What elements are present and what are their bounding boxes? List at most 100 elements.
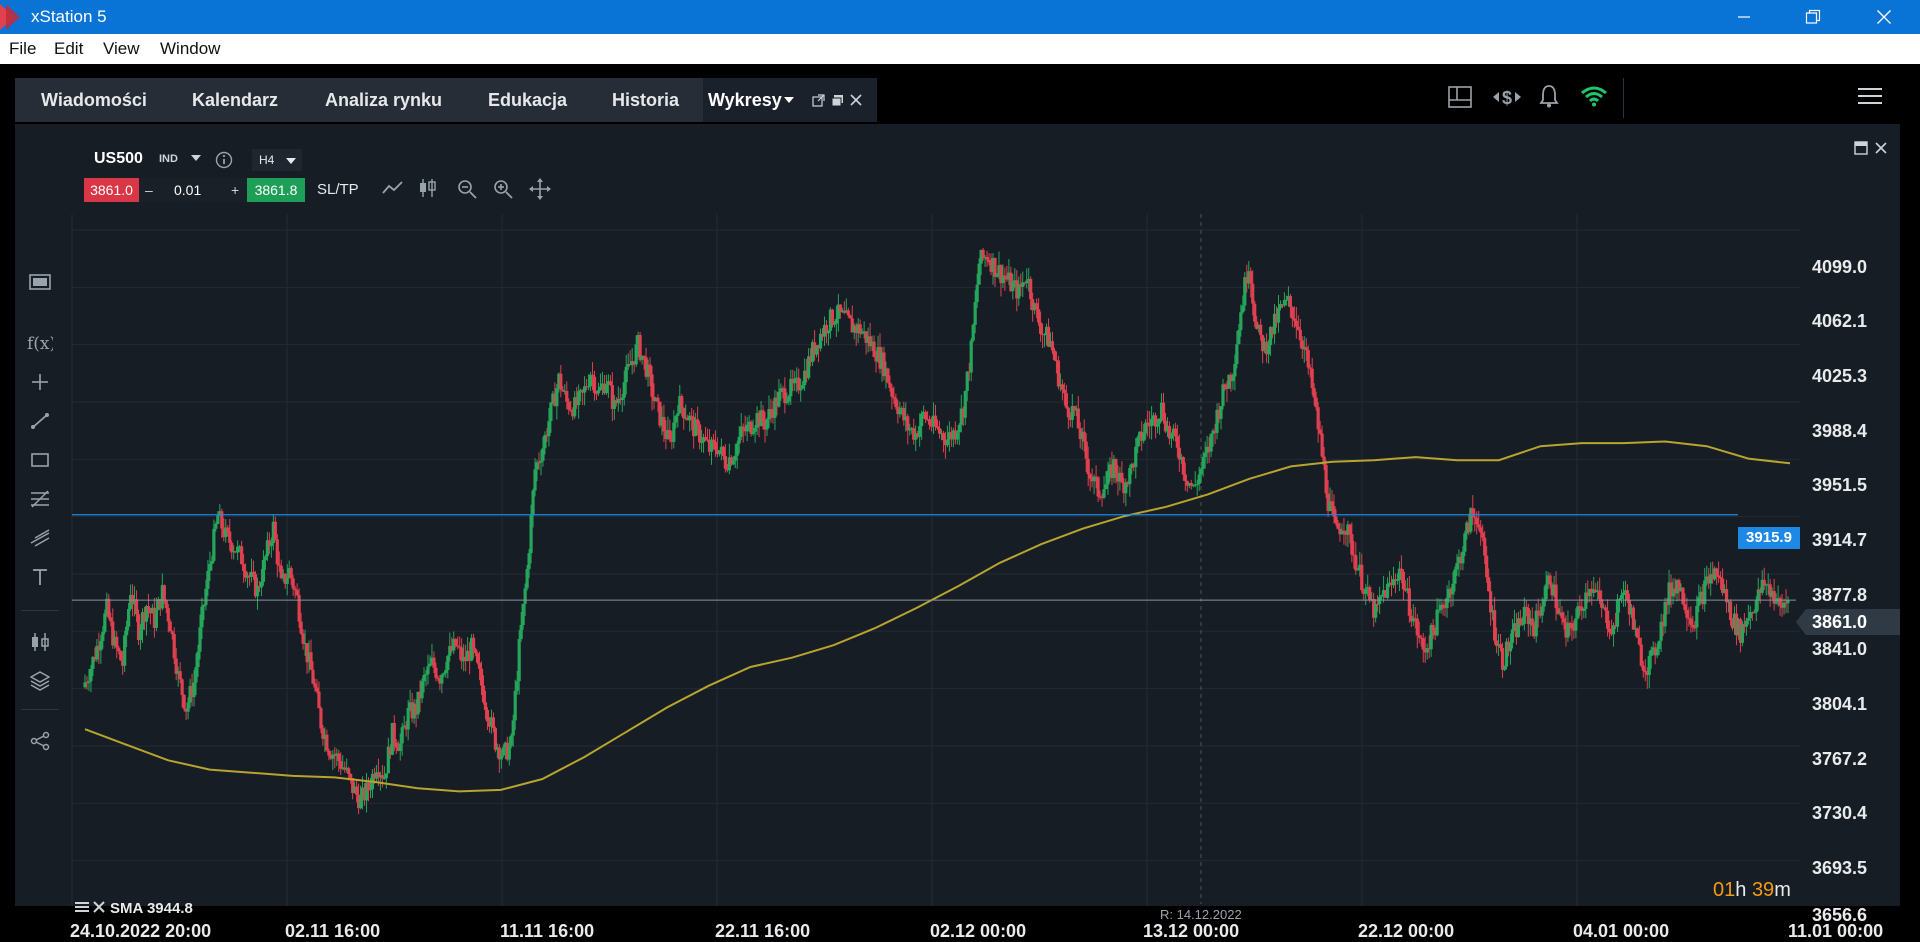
candle-down — [1249, 271, 1253, 284]
candle-up — [577, 391, 581, 406]
candle-up — [442, 673, 446, 675]
close-tab-icon[interactable] — [850, 94, 862, 106]
info-icon[interactable] — [215, 151, 233, 169]
sltp-button[interactable]: SL/TP — [317, 181, 359, 198]
candle-down — [592, 376, 597, 394]
candle-up — [400, 727, 404, 744]
candle-up — [793, 378, 797, 384]
candle-up — [737, 436, 741, 444]
candle-down — [1114, 459, 1118, 474]
title-bar: xStation 5 — [0, 0, 1920, 34]
layout-panel-icon[interactable] — [1448, 86, 1472, 108]
candle-down — [1161, 402, 1166, 421]
candle-down — [311, 669, 315, 684]
tab-kalendarz[interactable]: Kalendarz — [192, 78, 278, 122]
horizontal-line-price-tag[interactable]: 3915.9 — [1738, 527, 1800, 549]
candle-down — [1691, 624, 1695, 628]
buy-button[interactable]: 3861.8 — [247, 178, 305, 202]
volume-decrease-button[interactable]: – — [145, 178, 153, 202]
volume-value[interactable]: 0.01 — [174, 178, 201, 202]
candle-up — [1508, 642, 1513, 652]
candle-down — [1318, 429, 1322, 434]
tab-wykresy[interactable]: Wykresy — [703, 78, 877, 122]
candle-down — [319, 708, 323, 729]
tab-historia[interactable]: Historia — [612, 78, 679, 122]
candle-down — [327, 750, 331, 756]
candle-down — [325, 734, 329, 751]
indicator-list-icon[interactable] — [75, 901, 89, 913]
menu-edit[interactable]: Edit — [54, 39, 83, 59]
zoom-in-icon[interactable] — [493, 179, 513, 199]
candle-down — [1348, 524, 1352, 535]
hamburger-menu-icon[interactable] — [1858, 87, 1882, 105]
candle-down — [347, 768, 351, 775]
menu-window[interactable]: Window — [160, 39, 220, 59]
sell-button[interactable]: 3861.0 — [84, 178, 139, 202]
candle-down — [1681, 587, 1685, 605]
candle-up — [509, 735, 513, 746]
candle-up — [918, 426, 922, 437]
minimize-button[interactable] — [1716, 0, 1772, 34]
candle-up — [1451, 583, 1455, 595]
currency-exchange-icon[interactable]: $ — [1493, 85, 1521, 109]
candle-up — [269, 542, 273, 547]
close-window-button[interactable] — [1856, 0, 1912, 34]
candle-up — [103, 613, 107, 632]
remove-indicator-icon[interactable] — [93, 901, 105, 913]
candle-up — [1356, 569, 1360, 571]
tab-wiadomosci[interactable]: Wiadomości — [41, 78, 147, 122]
candle-up — [622, 382, 626, 398]
y-tick-label: 4025.3 — [1812, 366, 1868, 386]
candle-down — [696, 419, 700, 425]
popout-icon[interactable] — [812, 94, 825, 107]
candle-up — [206, 570, 210, 589]
candle-up — [194, 667, 198, 683]
chevron-down-icon[interactable] — [784, 97, 794, 103]
timeframe-select[interactable]: H4 — [252, 149, 302, 171]
x-tick-label: 13.12 00:00 — [1143, 921, 1240, 941]
candle-up — [420, 681, 424, 699]
candle-down — [1607, 628, 1612, 633]
candle-up — [733, 455, 737, 461]
candle-up — [1461, 551, 1465, 564]
candle-up — [1266, 345, 1271, 355]
candle-up — [1282, 299, 1287, 306]
candle-down — [1173, 428, 1178, 437]
candle-down — [454, 639, 458, 646]
restore-button[interactable] — [1785, 0, 1841, 34]
candle-down — [1570, 623, 1574, 629]
candle-up — [1364, 588, 1368, 594]
candle-up — [1241, 305, 1245, 313]
zoom-out-icon[interactable] — [457, 179, 477, 199]
candle-up — [634, 344, 638, 365]
menu-file[interactable]: File — [9, 39, 36, 59]
pan-move-icon[interactable] — [529, 178, 551, 200]
candle-up — [499, 755, 503, 760]
volume-stepper[interactable]: – 0.01 + — [139, 178, 247, 202]
price-chart[interactable] — [15, 124, 1900, 906]
symbol-label[interactable]: US500 — [94, 150, 143, 168]
candle-down — [277, 564, 281, 566]
layout-icon[interactable] — [831, 94, 844, 107]
candle-down — [723, 455, 727, 469]
countdown-m: m — [1774, 879, 1791, 901]
y-tick-label: 3841.0 — [1812, 639, 1868, 659]
candle-up — [1582, 608, 1586, 611]
candle-down — [1485, 555, 1489, 578]
volume-increase-button[interactable]: + — [231, 178, 239, 202]
candle-up — [699, 442, 704, 444]
countdown-minutes: 39 — [1751, 879, 1775, 901]
bell-icon[interactable] — [1539, 84, 1559, 108]
tab-analiza-rynku[interactable]: Analiza rynku — [325, 78, 442, 122]
line-chart-icon[interactable] — [382, 179, 404, 197]
candle-up — [955, 432, 959, 440]
candle-up — [1237, 330, 1241, 345]
candle-down — [436, 677, 440, 679]
tab-edukacja[interactable]: Edukacja — [488, 78, 567, 122]
menu-view[interactable]: View — [103, 39, 140, 59]
candle-type-icon[interactable] — [418, 178, 440, 198]
symbol-dropdown-icon[interactable] — [191, 155, 201, 161]
candle-down — [493, 728, 497, 750]
candle-down — [242, 564, 246, 571]
y-tick-label: 3988.4 — [1812, 421, 1868, 441]
